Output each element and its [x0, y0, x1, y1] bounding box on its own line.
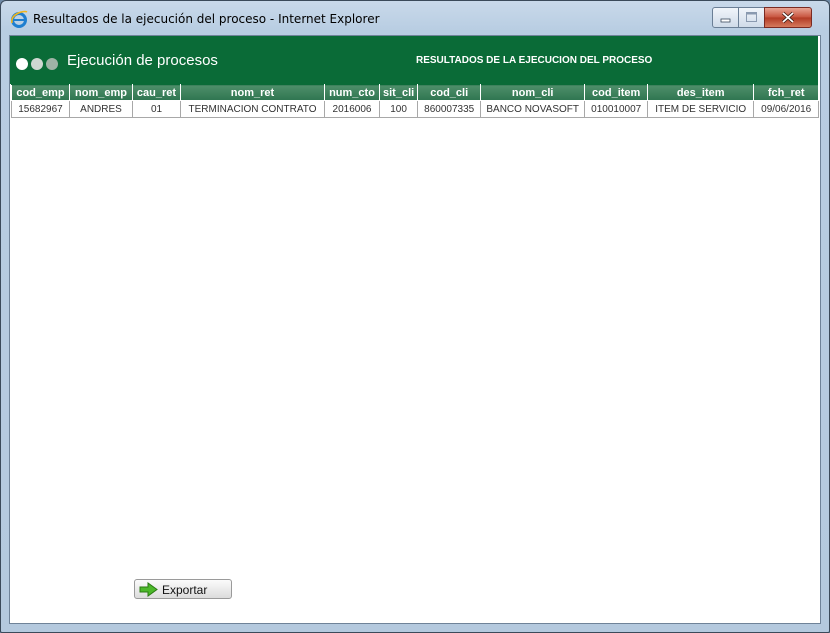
close-button[interactable]	[764, 7, 812, 28]
cell-cod-emp: 15682967	[11, 100, 70, 118]
results-table: cod_emp nom_emp cau_ret nom_ret num_cto …	[11, 84, 820, 118]
internet-explorer-icon	[11, 10, 28, 28]
cell-num-cto: 2016006	[324, 100, 380, 118]
ie-window: Resultados de la ejecución del proceso -…	[0, 0, 830, 633]
cell-des-item: ITEM DE SERVICIO	[647, 100, 755, 118]
page-content: Ejecución de procesos RESULTADOS DE LA E…	[9, 35, 821, 624]
cell-nom-ret: TERMINACION CONTRATO	[180, 100, 325, 118]
cell-sit-cli: 100	[378, 100, 419, 118]
column-header-fch-ret[interactable]: fch_ret	[753, 84, 820, 101]
column-header-cod-emp[interactable]: cod_emp	[11, 84, 70, 101]
table-header-row: cod_emp nom_emp cau_ret nom_ret num_cto …	[11, 84, 820, 101]
title-bar[interactable]: Resultados de la ejecución del proceso -…	[1, 1, 829, 35]
dot-icon	[31, 58, 43, 70]
column-header-sit-cli[interactable]: sit_cli	[378, 84, 419, 101]
page-header: Ejecución de procesos RESULTADOS DE LA E…	[10, 36, 818, 84]
minimize-button[interactable]	[712, 7, 739, 28]
dot-icon	[16, 58, 28, 70]
close-icon	[781, 11, 795, 24]
column-header-cod-cli[interactable]: cod_cli	[417, 84, 482, 101]
maximize-button[interactable]	[738, 7, 765, 28]
cell-cod-item: 010010007	[584, 100, 649, 118]
cell-cod-cli: 860007335	[417, 100, 482, 118]
column-header-cod-item[interactable]: cod_item	[584, 84, 649, 101]
minimize-icon	[720, 18, 731, 23]
column-header-des-item[interactable]: des_item	[647, 84, 755, 101]
export-button-label: Exportar	[162, 583, 208, 597]
dot-icon	[46, 58, 58, 70]
green-arrow-right-icon	[139, 582, 158, 597]
column-header-nom-ret[interactable]: nom_ret	[180, 84, 325, 101]
column-header-num-cto[interactable]: num_cto	[324, 84, 380, 101]
column-header-nom-cli[interactable]: nom_cli	[480, 84, 586, 101]
export-button[interactable]: Exportar	[134, 579, 232, 599]
cell-fch-ret: 09/06/2016	[753, 100, 820, 118]
cell-nom-cli: BANCO NOVASOFT	[480, 100, 586, 118]
page-subtitle: RESULTADOS DE LA EJECUCION DEL PROCESO	[416, 55, 653, 66]
window-title: Resultados de la ejecución del proceso -…	[33, 12, 380, 26]
maximize-icon	[746, 12, 757, 22]
page-title: Ejecución de procesos	[67, 52, 218, 69]
cell-nom-emp: ANDRES	[69, 100, 133, 118]
column-header-nom-emp[interactable]: nom_emp	[69, 84, 133, 101]
table-row[interactable]: 15682967 ANDRES 01 TERMINACION CONTRATO …	[11, 100, 820, 118]
cell-cau-ret: 01	[132, 100, 181, 118]
header-dots	[16, 55, 61, 74]
column-header-cau-ret[interactable]: cau_ret	[132, 84, 181, 101]
